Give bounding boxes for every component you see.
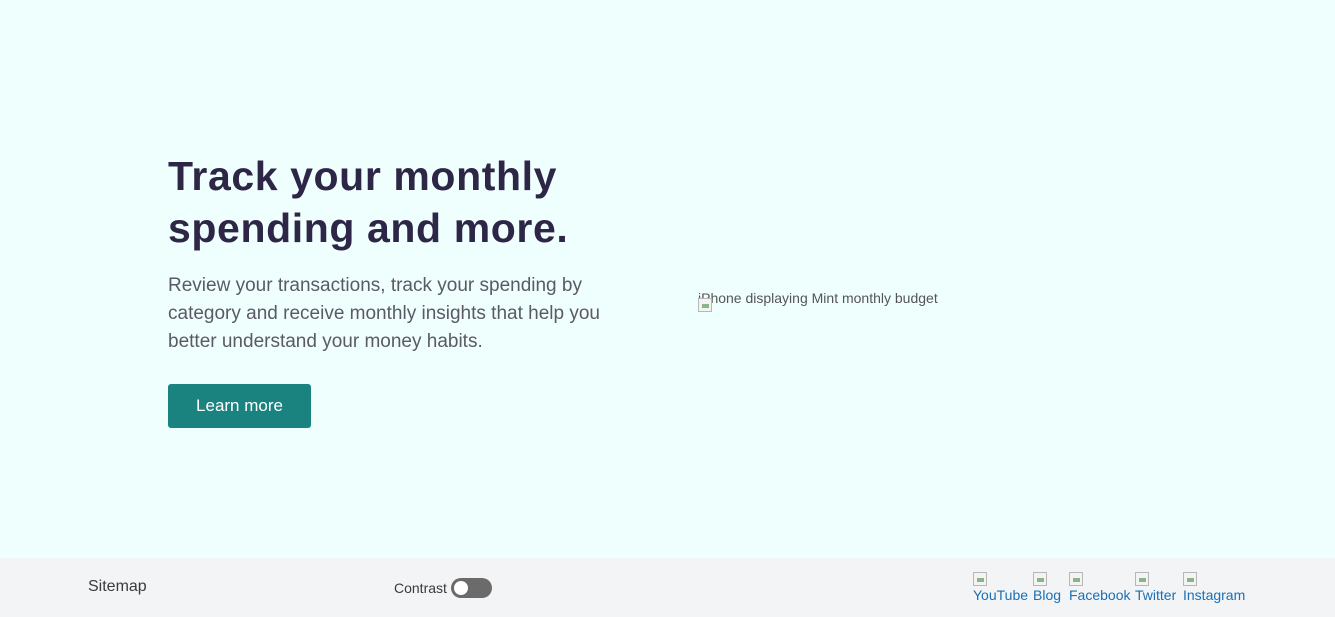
twitter-icon — [1135, 572, 1149, 586]
twitter-link[interactable]: Twitter — [1135, 572, 1181, 608]
instagram-icon — [1183, 572, 1197, 586]
facebook-link[interactable]: Facebook — [1069, 572, 1133, 608]
broken-image-icon — [698, 298, 712, 312]
hero-title: Track your monthly spending and more. — [168, 153, 569, 251]
blog-link[interactable]: Blog — [1033, 572, 1065, 608]
hero-section: Track your monthly spending and more. Re… — [0, 0, 1335, 558]
contrast-label: Contrast — [394, 580, 447, 596]
instagram-label: Instagram — [1183, 587, 1246, 603]
blog-icon — [1033, 572, 1047, 586]
contrast-control: Contrast — [394, 578, 492, 598]
hero-description: Review your transactions, track your spe… — [168, 275, 600, 352]
youtube-icon — [973, 572, 987, 586]
facebook-label: Facebook — [1069, 587, 1131, 603]
phone-image-alt-text: iPhone displaying Mint monthly budget — [698, 290, 938, 306]
toggle-knob — [453, 581, 468, 595]
youtube-link[interactable]: YouTube — [973, 572, 1031, 608]
twitter-label: Twitter — [1135, 587, 1177, 603]
contrast-toggle[interactable] — [450, 578, 492, 598]
sitemap-link[interactable]: Sitemap — [88, 578, 147, 596]
learn-more-button[interactable]: Learn more — [168, 384, 311, 428]
blog-label: Blog — [1033, 587, 1062, 603]
youtube-label: YouTube — [973, 587, 1029, 603]
instagram-link[interactable]: Instagram — [1183, 572, 1249, 608]
footer: Sitemap Contrast YouTube Blog Facebook T… — [0, 558, 1335, 617]
phone-budget-image: iPhone displaying Mint monthly budget — [698, 289, 968, 315]
facebook-icon — [1069, 572, 1083, 586]
